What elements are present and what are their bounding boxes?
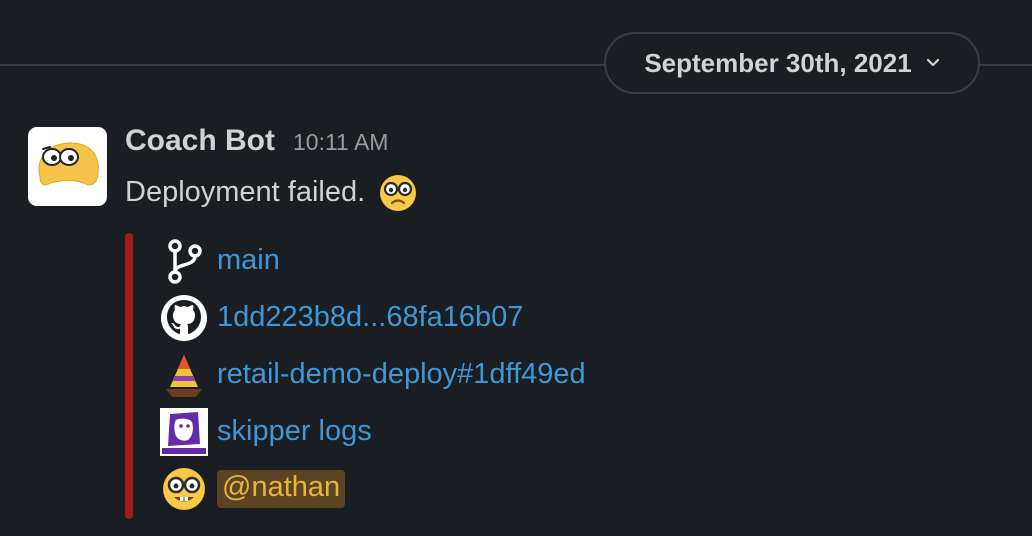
logs-link[interactable]: skipper logs [217,415,372,448]
github-icon [160,294,208,342]
datadog-icon [160,407,208,456]
attachment-fields: main 1dd223b8d...68fa16b07 retail-demo-d… [160,232,586,517]
commit-link[interactable]: 1dd223b8d...68fa16b07 [217,301,523,334]
date-label: September 30th, 2021 [644,47,912,78]
attachment-row-commit: 1dd223b8d...68fa16b07 [160,289,586,346]
message-timestamp[interactable]: 10:11 AM [293,129,388,156]
coach-bot-avatar[interactable] [28,127,107,206]
attachment-row-branch: main [160,232,586,289]
sailboat-icon [160,351,208,399]
attachment-color-bar [125,233,133,519]
chevron-down-icon [926,56,940,70]
user-mention[interactable]: @nathan [217,469,346,508]
branch-link[interactable]: main [217,244,280,277]
nerd-face-icon [160,465,208,513]
attachment-row-logs: skipper logs [160,403,586,460]
attachment-row-deploy: retail-demo-deploy#1dff49ed [160,346,586,403]
deploy-link[interactable]: retail-demo-deploy#1dff49ed [217,358,586,391]
message-text: Deployment failed. [125,175,366,208]
git-branch-icon [160,237,208,285]
message-body: Deployment failed. [125,168,419,216]
sender-name[interactable]: Coach Bot [125,124,275,158]
attachment-row-user: @nathan [160,460,586,517]
date-divider-button[interactable]: September 30th, 2021 [604,32,980,94]
frowning-nerd-emoji-icon [377,171,419,213]
message-header: Coach Bot 10:11 AM [125,124,388,168]
